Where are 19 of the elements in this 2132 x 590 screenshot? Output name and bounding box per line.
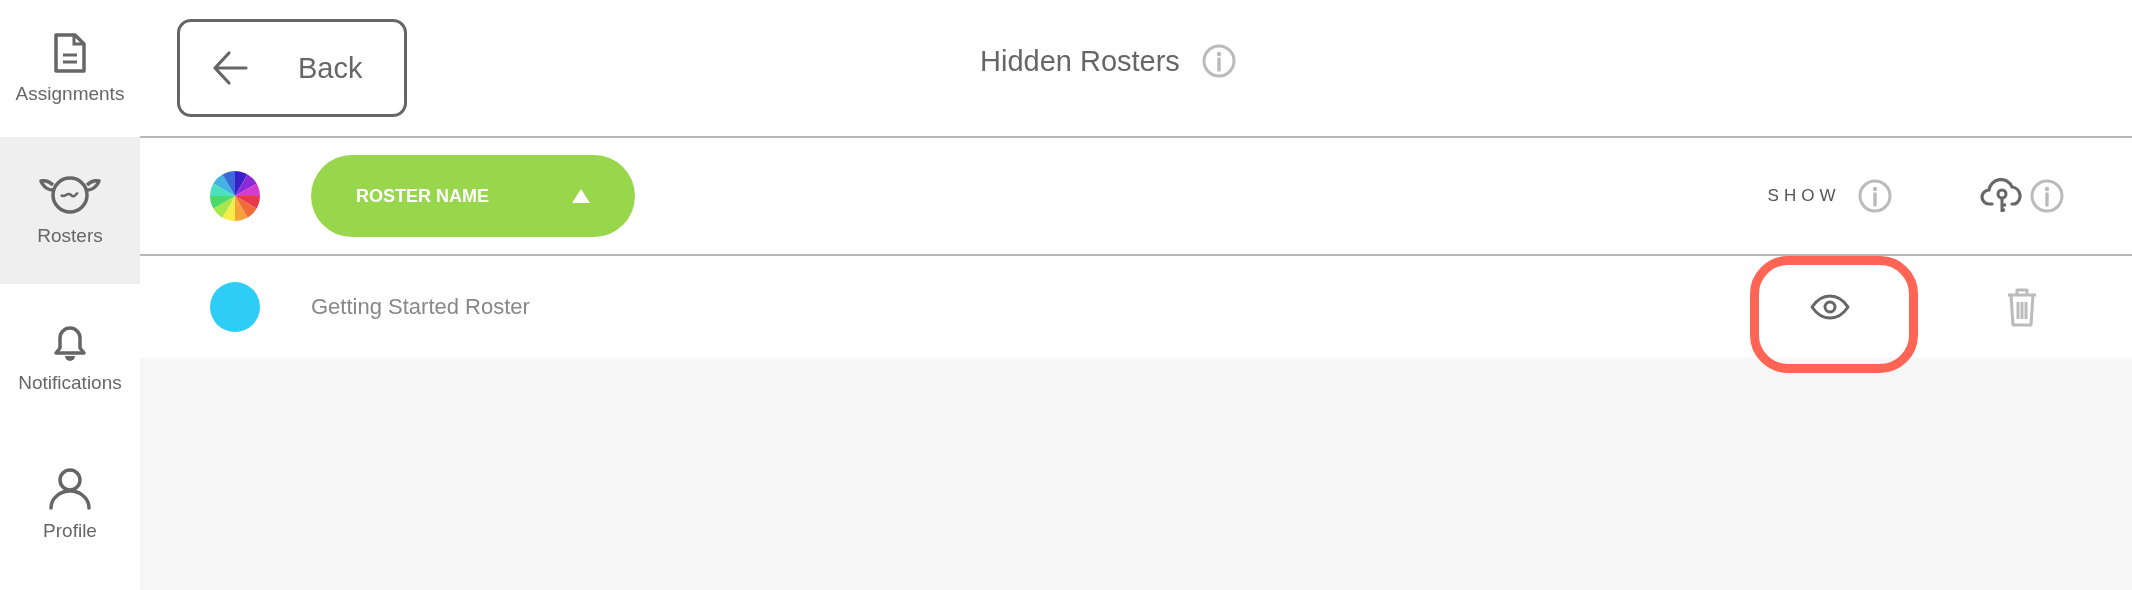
document-icon	[53, 32, 87, 73]
sheep-icon	[39, 174, 101, 215]
page-title: Hidden Rosters	[980, 44, 1180, 78]
cloud-key-icon	[1980, 178, 2024, 214]
back-button[interactable]: Back	[177, 19, 407, 117]
eye-icon[interactable]	[1810, 294, 1850, 320]
column-header: SHOW	[1767, 186, 1841, 206]
sidebar-item[interactable]: Assignments	[0, 0, 140, 137]
back-arrow-icon	[212, 51, 248, 85]
sidebar-item[interactable]: Profile	[0, 431, 140, 578]
info-icon[interactable]	[1201, 44, 1236, 78]
info-icon[interactable]	[1858, 179, 1893, 213]
sidebar-item[interactable]: Rosters	[0, 137, 140, 284]
info-icon[interactable]	[2030, 179, 2064, 213]
sidebar-item[interactable]: Notifications	[0, 284, 140, 431]
trash-icon[interactable]	[2005, 286, 2039, 328]
person-icon	[48, 467, 92, 510]
roster-name: Getting Started Roster	[310, 294, 531, 320]
color-wheel-icon	[210, 171, 260, 221]
